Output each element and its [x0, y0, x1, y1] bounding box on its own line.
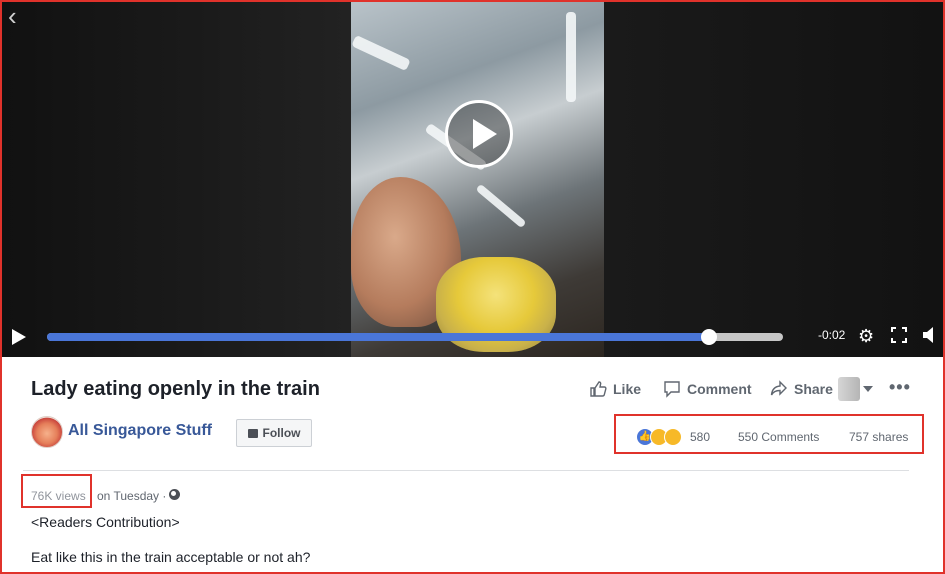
- thumbs-up-icon: [590, 381, 607, 397]
- follow-icon: [247, 428, 258, 438]
- comment-icon: [664, 381, 680, 398]
- post-timestamp[interactable]: on Tuesday ·: [97, 489, 166, 503]
- volume-icon[interactable]: [922, 326, 936, 348]
- like-label: Like: [613, 381, 642, 397]
- play-icon[interactable]: [445, 100, 513, 168]
- ceiling-light: [566, 12, 576, 102]
- follow-button[interactable]: Follow: [236, 419, 312, 447]
- progress-bar[interactable]: [47, 329, 783, 345]
- share-button[interactable]: Share: [770, 380, 833, 398]
- page-name-link[interactable]: All Singapore Stuff: [68, 422, 212, 440]
- settings-icon[interactable]: ⚙: [858, 326, 874, 346]
- video-controls: -0:02 ⚙: [2, 320, 943, 354]
- chevron-down-icon[interactable]: [863, 386, 873, 392]
- progress-fill: [47, 333, 710, 341]
- description-line-2: Eat like this in the train acceptable or…: [31, 549, 311, 565]
- shares-count[interactable]: 757 shares: [849, 430, 908, 444]
- divider: [23, 470, 909, 471]
- reaction-count[interactable]: 580: [690, 430, 710, 444]
- more-options-icon[interactable]: •••: [889, 377, 911, 398]
- back-arrow-icon[interactable]: ‹: [8, 3, 17, 29]
- like-button[interactable]: Like: [589, 380, 641, 398]
- video-player[interactable]: ‹ -0:02 ⚙: [2, 2, 943, 357]
- comments-count[interactable]: 550 Comments: [738, 430, 819, 444]
- video-letterbox-right: [604, 2, 943, 357]
- page-avatar[interactable]: [31, 416, 63, 448]
- ceiling-light: [475, 183, 527, 229]
- comment-label: Comment: [687, 381, 752, 397]
- video-frame: [351, 2, 604, 357]
- time-remaining: -0:02: [818, 328, 846, 342]
- follow-label: Follow: [262, 426, 301, 440]
- reactions-icons[interactable]: 👍: [636, 428, 688, 446]
- wow-reaction-icon: [664, 428, 682, 446]
- video-title: Lady eating openly in the train: [31, 378, 320, 400]
- ceiling-light: [351, 34, 411, 72]
- fullscreen-icon[interactable]: [891, 327, 907, 347]
- share-icon: [770, 380, 787, 396]
- progress-knob[interactable]: [701, 329, 718, 345]
- share-label: Share: [794, 381, 833, 397]
- video-letterbox-left: [2, 2, 351, 357]
- share-as-avatar[interactable]: [838, 377, 860, 401]
- globe-icon: [169, 489, 180, 500]
- comment-button[interactable]: Comment: [663, 380, 752, 398]
- view-count: 76K views: [31, 489, 86, 503]
- play-button[interactable]: [12, 329, 26, 345]
- description-line-1: <Readers Contribution>: [31, 514, 180, 530]
